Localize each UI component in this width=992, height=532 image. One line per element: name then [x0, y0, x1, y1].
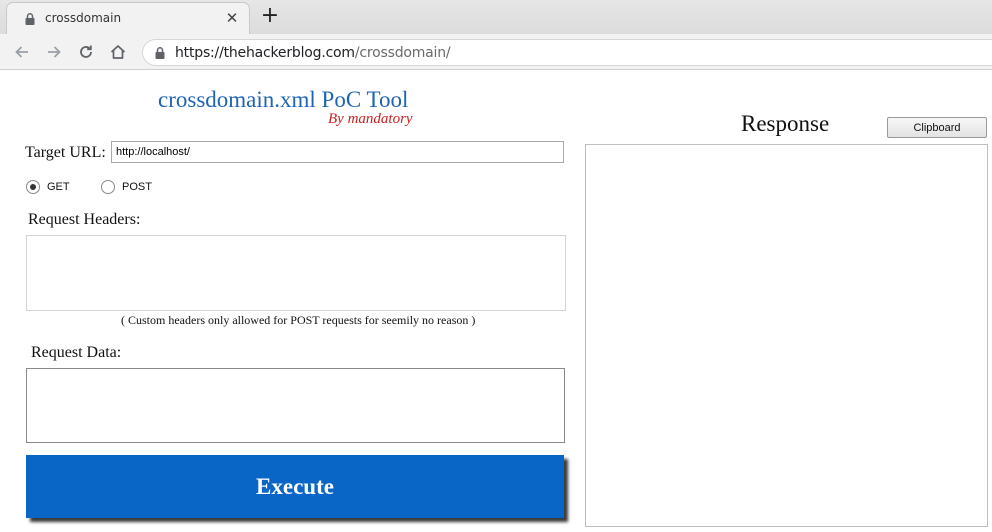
browser-toolbar: https://thehackerblog.com/crossdomain/	[0, 34, 992, 70]
method-post-radio[interactable]	[101, 180, 115, 194]
request-headers-label: Request Headers:	[28, 211, 141, 228]
url-host: https://thehackerblog.com	[175, 45, 355, 61]
home-icon[interactable]	[106, 40, 130, 64]
method-get-radio[interactable]	[26, 180, 40, 194]
headers-note: ( Custom headers only allowed for POST r…	[121, 313, 476, 327]
target-url-input[interactable]	[111, 141, 564, 163]
response-output[interactable]	[585, 144, 988, 527]
lock-icon	[153, 46, 167, 60]
method-get-label: GET	[47, 181, 70, 193]
page-content: crossdomain.xml PoC Tool By mandatory Ta…	[0, 71, 992, 532]
method-post-label: POST	[122, 181, 152, 193]
forward-arrow-icon[interactable]	[42, 40, 66, 64]
request-data-label: Request Data:	[31, 344, 122, 361]
browser-tab[interactable]: crossdomain ✕	[6, 2, 250, 34]
page-title: crossdomain.xml PoC Tool	[158, 87, 409, 112]
lock-icon	[23, 12, 37, 26]
close-icon[interactable]: ✕	[223, 9, 241, 27]
tab-title: crossdomain	[45, 11, 122, 25]
url-path: /crossdomain/	[354, 45, 451, 61]
browser-tab-strip: crossdomain ✕ +	[0, 0, 992, 34]
back-arrow-icon[interactable]	[10, 40, 34, 64]
target-url-label: Target URL:	[25, 144, 106, 161]
request-data-textarea[interactable]	[26, 368, 565, 443]
reload-icon[interactable]	[74, 40, 98, 64]
address-bar[interactable]: https://thehackerblog.com/crossdomain/	[142, 39, 992, 66]
execute-button[interactable]: Execute	[26, 455, 564, 518]
request-headers-textarea[interactable]	[26, 235, 566, 311]
page-subtitle: By mandatory	[328, 111, 413, 127]
new-tab-icon[interactable]: +	[258, 4, 282, 28]
address-url: https://thehackerblog.com/crossdomain/	[175, 45, 451, 61]
clipboard-button[interactable]: Clipboard	[887, 117, 987, 138]
response-title: Response	[741, 111, 830, 136]
